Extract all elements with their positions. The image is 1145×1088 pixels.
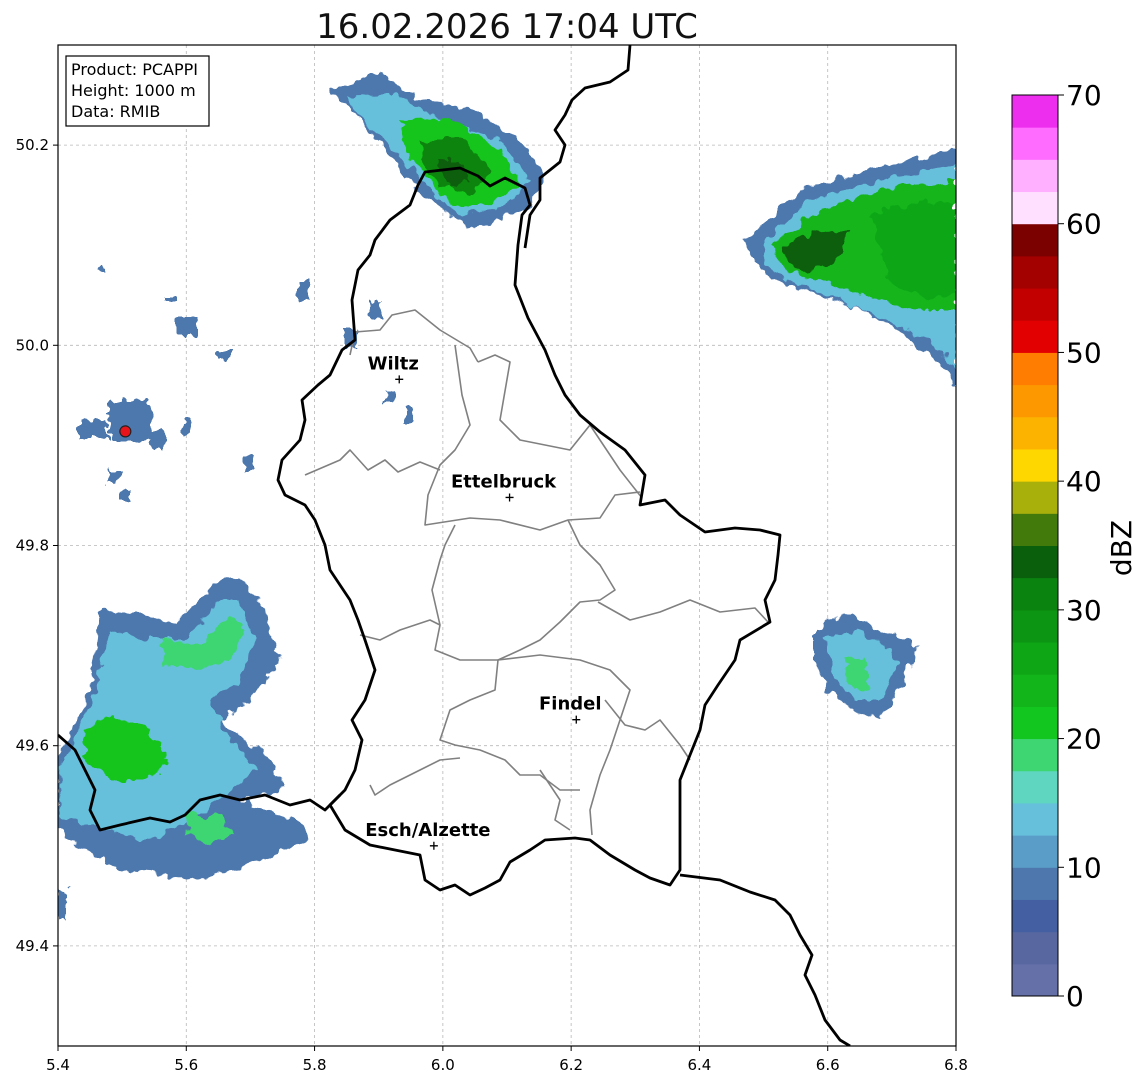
city-label: Wiltz [368, 353, 419, 374]
colorbar-segment [1012, 127, 1058, 160]
x-tick-label: 6.8 [944, 1056, 968, 1074]
city-label: Ettelbruck [451, 471, 557, 492]
colorbar-segment [1012, 416, 1058, 450]
y-axis-ticks: 49.4 49.6 49.8 50.0 50.2 [16, 136, 58, 955]
y-tick-label: 49.8 [16, 537, 49, 555]
info-box: Product: PCAPPI Height: 1000 m Data: RMI… [65, 55, 210, 127]
colorbar-segment [1012, 577, 1058, 611]
colorbar-segment [1012, 802, 1058, 836]
colorbar-tick-label: 40 [1066, 465, 1102, 498]
colorbar-segment [1012, 288, 1058, 321]
colorbar-label: dBZ [1105, 520, 1138, 576]
colorbar-segment [1012, 963, 1058, 997]
colorbar-segment [1012, 352, 1058, 386]
colorbar-tick-label: 50 [1066, 336, 1102, 369]
colorbar-segment [1012, 706, 1058, 740]
colorbar-segment [1012, 642, 1058, 675]
colorbar-tick-label: 70 [1066, 79, 1102, 112]
info-data-source: Data: RMIB [71, 102, 160, 121]
figure-canvas: 16.02.2026 17:04 UTC WiltzEttelbruckFind… [16, 7, 1138, 1074]
info-height: Height: 1000 m [71, 81, 196, 100]
x-tick-label: 6.2 [559, 1056, 583, 1074]
radar-site-marker [119, 425, 132, 438]
x-tick-label: 5.8 [303, 1056, 327, 1074]
colorbar-segment [1012, 609, 1058, 643]
map-panel: Wiltz Ettelbruck Findel Esch/Alzette [58, 45, 956, 1046]
colorbar-segment [1012, 770, 1058, 804]
x-tick-label: 6.6 [816, 1056, 840, 1074]
city-label: Findel [539, 694, 602, 715]
colorbar-segment [1012, 835, 1058, 868]
colorbar-segment [1012, 320, 1058, 353]
x-tick-label: 5.6 [174, 1056, 198, 1074]
colorbar-segment [1012, 191, 1058, 225]
colorbar-segment [1012, 867, 1058, 900]
colorbar-tick-label: 60 [1066, 208, 1102, 241]
y-tick-label: 50.0 [16, 336, 49, 354]
colorbar-segment [1012, 255, 1058, 289]
y-tick-label: 50.2 [16, 136, 49, 154]
colorbar-segment [1012, 899, 1058, 933]
colorbar-segment [1012, 513, 1058, 546]
colorbar-segment [1012, 448, 1058, 482]
colorbar-segment [1012, 223, 1058, 257]
colorbar-tick-label: 20 [1066, 723, 1102, 756]
colorbar-tick-label: 10 [1066, 851, 1102, 884]
radar-map-figure: 16.02.2026 17:04 UTC Wiltz Ettelbruck Fi… [0, 0, 1145, 1084]
info-product: Product: PCAPPI [71, 60, 198, 79]
map-title: 16.02.2026 17:04 UTC [316, 7, 698, 47]
colorbar-segment [1012, 545, 1058, 579]
colorbar-segment [1012, 674, 1058, 707]
y-tick-label: 49.6 [16, 737, 49, 755]
colorbar-tick-label: 0 [1066, 980, 1084, 1013]
x-axis-ticks: 5.4 5.6 5.8 6.0 6.2 6.4 6.6 6.8 [46, 1046, 968, 1074]
colorbar-segment [1012, 481, 1058, 514]
colorbar-tick-label: 30 [1066, 594, 1102, 627]
x-tick-label: 5.4 [46, 1056, 70, 1074]
colorbar-segment [1012, 738, 1058, 772]
y-tick-label: 49.4 [16, 937, 49, 955]
colorbar-segment [1012, 159, 1058, 193]
colorbar-segment [1012, 384, 1058, 418]
colorbar-segment [1012, 931, 1058, 965]
x-tick-label: 6.4 [687, 1056, 711, 1074]
colorbar-segment [1012, 95, 1058, 128]
colorbar: 0 10 20 30 40 50 60 70 [1011, 79, 1102, 1013]
city-label: Esch/Alzette [365, 820, 490, 841]
x-tick-label: 6.0 [431, 1056, 455, 1074]
